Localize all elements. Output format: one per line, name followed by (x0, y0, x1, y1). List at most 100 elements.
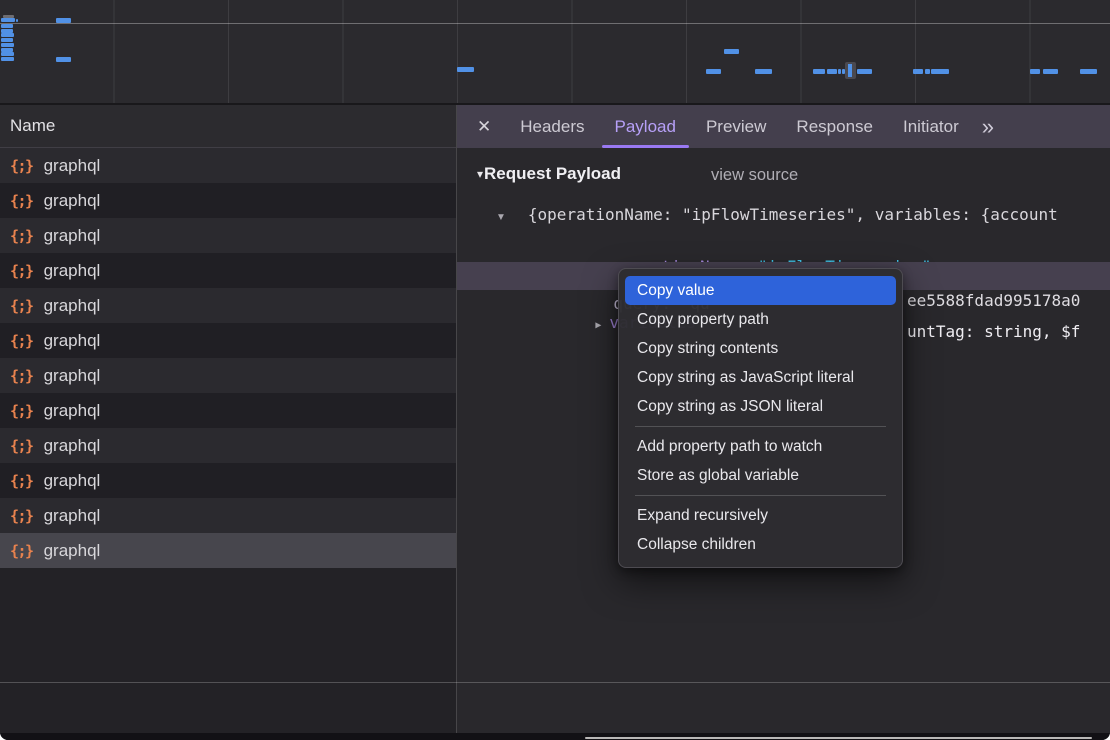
request-payload-section-title: Request Payload (484, 164, 621, 184)
waterfall-bar (56, 18, 71, 23)
tab-payload[interactable]: Payload (600, 105, 691, 148)
request-name-label: graphql (44, 401, 101, 421)
section-expand-triangle-icon[interactable]: ▾ (477, 167, 483, 181)
waterfall-bar (1043, 69, 1058, 74)
menu-item-copy-string-contents[interactable]: Copy string contents (625, 334, 896, 363)
request-name-label: graphql (44, 156, 101, 176)
waterfall-bar (56, 57, 71, 62)
menu-item-copy-value[interactable]: Copy value (625, 276, 896, 305)
payload-root-preview: {operationName: "ipFlowTimeseries", vari… (528, 205, 1058, 224)
request-row[interactable]: {;} graphql (0, 463, 456, 498)
waterfall-bar (1, 52, 14, 56)
request-row[interactable]: {;} graphql (0, 323, 456, 358)
tab-response[interactable]: Response (781, 105, 888, 148)
request-row[interactable]: {;} graphql (0, 428, 456, 463)
waterfall-bar (931, 69, 949, 74)
menu-item-add-property-path-to-watch[interactable]: Add property path to watch (625, 432, 896, 461)
json-request-icon: {;} (10, 507, 33, 525)
tab-preview[interactable]: Preview (691, 105, 781, 148)
expand-triangle-icon[interactable]: ▼ (496, 212, 506, 223)
waterfall-bar (857, 69, 872, 74)
menu-divider (635, 495, 886, 496)
waterfall-bar (16, 19, 18, 22)
menu-item-collapse-children[interactable]: Collapse children (625, 530, 896, 559)
window-bottom-edge (585, 737, 1092, 739)
request-name-label: graphql (44, 296, 101, 316)
request-row[interactable]: {;} graphql (0, 498, 456, 533)
more-tabs-icon[interactable]: » (982, 105, 994, 148)
menu-item-copy-string-as-javascript-literal[interactable]: Copy string as JavaScript literal (625, 363, 896, 392)
json-request-icon: {;} (10, 192, 33, 210)
waterfall-bar (813, 69, 825, 74)
view-source-link[interactable]: view source (711, 166, 798, 185)
request-name-label: graphql (44, 506, 101, 526)
request-name-label: graphql (44, 366, 101, 386)
waterfall-bar (925, 69, 930, 74)
waterfall-bar (1, 43, 14, 47)
json-request-icon: {;} (10, 332, 33, 350)
network-main-split: Name {;} graphql {;} graphql {;} graphql {;} gr… (0, 105, 1110, 733)
menu-item-copy-property-path[interactable]: Copy property path (625, 305, 896, 334)
json-request-icon: {;} (10, 157, 33, 175)
devtools-network-panel: Name {;} graphql {;} graphql {;} graphql {;} gr… (0, 0, 1110, 740)
request-row[interactable]: {;} graphql (0, 253, 456, 288)
request-row[interactable]: {;} graphql (0, 288, 456, 323)
details-tab-bar: ✕ HeadersPayloadPreviewResponseInitiator… (457, 105, 1110, 148)
panel-bottom-divider (0, 682, 1110, 683)
waterfall-bar (838, 69, 841, 74)
requests-list: {;} graphql {;} graphql {;} graphql {;} graphql… (0, 148, 456, 568)
tab-headers[interactable]: Headers (505, 105, 599, 148)
json-string-value-right: untTag: string, $f (907, 318, 1080, 346)
request-row[interactable]: {;} graphql (0, 148, 456, 183)
name-column-label: Name (10, 116, 55, 135)
waterfall-bar (1, 57, 14, 61)
request-row[interactable]: {;} graphql (0, 218, 456, 253)
menu-item-store-as-global-variable[interactable]: Store as global variable (625, 461, 896, 490)
json-request-icon: {;} (10, 367, 33, 385)
waterfall-bar (755, 69, 772, 74)
marker-core (848, 64, 852, 77)
json-request-icon: {;} (10, 227, 33, 245)
details-tabs: HeadersPayloadPreviewResponseInitiator (505, 105, 973, 148)
request-name-label: graphql (44, 541, 101, 561)
waterfall-bar (1080, 69, 1097, 74)
request-name-label: graphql (44, 261, 101, 281)
request-name-label: graphql (44, 436, 101, 456)
json-request-icon: {;} (10, 262, 33, 280)
waterfall-bar (1, 38, 13, 42)
request-row[interactable]: {;} graphql (0, 533, 456, 568)
waterfall-bar (827, 69, 837, 74)
json-request-icon: {;} (10, 297, 33, 315)
name-column-header[interactable]: Name (0, 105, 456, 148)
request-row[interactable]: {;} graphql (0, 358, 456, 393)
request-row[interactable]: {;} graphql (0, 183, 456, 218)
close-icon[interactable]: ✕ (477, 117, 491, 137)
menu-item-expand-recursively[interactable]: Expand recursively (625, 501, 896, 530)
network-overview-strip[interactable] (0, 0, 1110, 105)
request-name-label: graphql (44, 191, 101, 211)
collapsed-triangle-icon[interactable]: ▶ (595, 320, 601, 331)
waterfall-bar (1030, 69, 1040, 74)
waterfall-bar (913, 69, 923, 74)
operation-name-row[interactable]: operationName: "ipFlowTimeseries" (517, 234, 931, 256)
json-request-icon: {;} (10, 472, 33, 490)
menu-divider (635, 426, 886, 427)
request-row[interactable]: {;} graphql (0, 393, 456, 428)
waterfall-bar (1, 33, 14, 37)
waterfall-bar (457, 67, 474, 72)
request-name-label: graphql (44, 331, 101, 351)
json-request-icon: {;} (10, 437, 33, 455)
selected-request-marker (845, 62, 856, 79)
overview-gridline (0, 23, 1110, 24)
waterfall-bar (1, 24, 13, 28)
json-request-icon: {;} (10, 542, 33, 560)
request-name-label: graphql (44, 471, 101, 491)
waterfall-bar (724, 49, 739, 54)
json-request-icon: {;} (10, 402, 33, 420)
request-name-label: graphql (44, 226, 101, 246)
variables-value-fragment: ee5588fdad995178a0 (907, 290, 1080, 312)
context-menu: Copy valueCopy property pathCopy string … (618, 268, 903, 568)
tab-initiator[interactable]: Initiator (888, 105, 974, 148)
payload-root-row[interactable]: ▼ {operationName: "ipFlowTimeseries", var… (496, 204, 1058, 226)
menu-item-copy-string-as-json-literal[interactable]: Copy string as JSON literal (625, 392, 896, 421)
